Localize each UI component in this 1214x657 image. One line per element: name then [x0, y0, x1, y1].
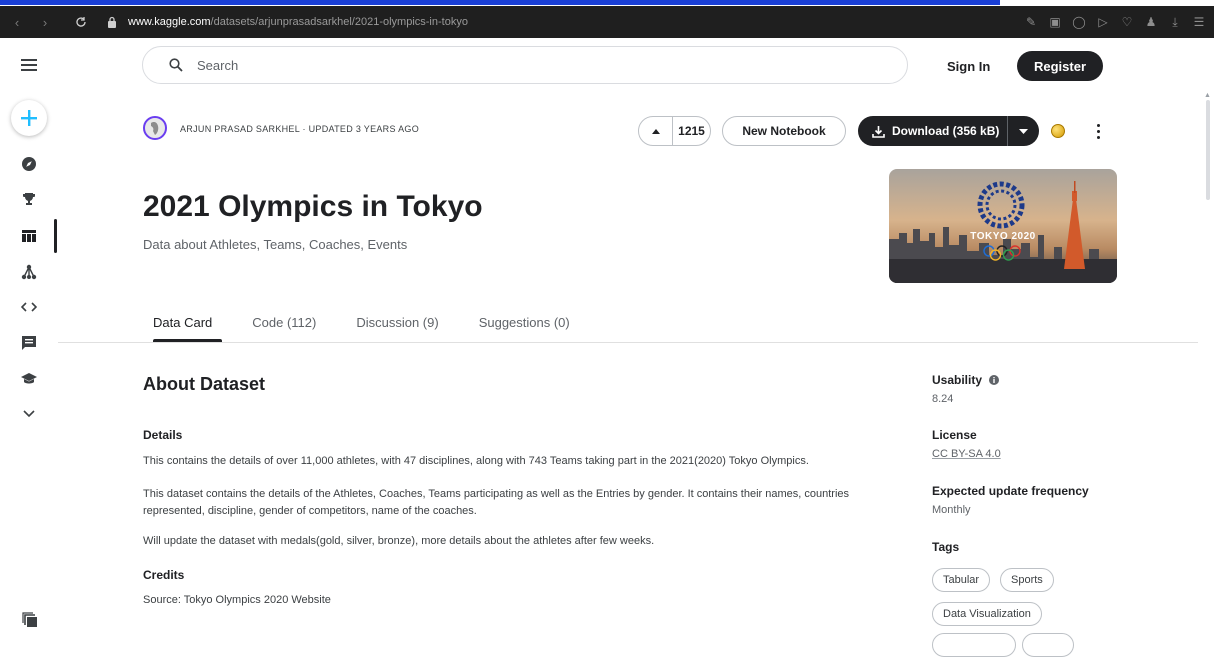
details-paragraph-1: This contains the details of over 11,000…: [143, 455, 809, 467]
hamburger-menu-icon[interactable]: [0, 50, 58, 80]
datasets-table-icon[interactable]: [0, 221, 58, 251]
address-bar[interactable]: www.kaggle.com/datasets/arjunprasadsarkh…: [128, 16, 468, 28]
tab-discussion[interactable]: Discussion (9): [346, 312, 448, 342]
tab-data-card[interactable]: Data Card: [143, 312, 223, 342]
profile-icon[interactable]: ♟: [1144, 15, 1158, 29]
license-label: License: [932, 428, 977, 442]
tags-label: Tags: [932, 540, 960, 554]
menu-icon[interactable]: ☰: [1192, 15, 1206, 29]
download-button[interactable]: Download (356 kB): [858, 116, 1039, 146]
page-subtitle: Data about Athletes, Teams, Coaches, Eve…: [143, 237, 408, 252]
credits-text: Source: Tokyo Olympics 2020 Website: [143, 594, 331, 606]
page-title: 2021 Olympics in Tokyo: [143, 190, 483, 223]
title-underline: [0, 0, 1000, 5]
update-frequency-label: Expected update frequency: [932, 484, 1089, 498]
tag-chip[interactable]: Data Visualization: [932, 602, 1042, 626]
search-input[interactable]: Search: [197, 58, 238, 73]
upvote-arrow-icon[interactable]: [639, 117, 673, 145]
usability-value: 8.24: [932, 393, 954, 405]
scrollbar-thumb[interactable]: [1206, 100, 1210, 200]
tabs-divider: [58, 342, 1198, 343]
search-icon: [169, 58, 183, 72]
heart-icon[interactable]: ♡: [1120, 15, 1134, 29]
tag-chip[interactable]: Sports: [1000, 568, 1054, 592]
create-button[interactable]: [11, 100, 47, 136]
search-bar[interactable]: Search: [142, 46, 908, 84]
download-main[interactable]: Download (356 kB): [858, 116, 1008, 146]
play-icon[interactable]: ▷: [1096, 15, 1110, 29]
scroll-up-arrow-icon[interactable]: ▲: [1204, 92, 1211, 99]
gold-medal-icon: [1051, 124, 1065, 138]
author-avatar[interactable]: [143, 116, 167, 140]
browser-toolbar: ‹ › www.kaggle.com/datasets/arjunprasads…: [0, 6, 1214, 38]
tag-chip[interactable]: Tabular: [932, 568, 991, 592]
details-paragraph-2: This dataset contains the details of the…: [143, 488, 850, 517]
sign-in-button[interactable]: Sign In: [937, 52, 1000, 80]
vote-count: 1215: [678, 124, 705, 138]
dataset-tabs: Data Card Code (112) Discussion (9) Sugg…: [143, 312, 580, 342]
upvote-control[interactable]: 1215: [638, 116, 711, 146]
explore-compass-icon[interactable]: [0, 149, 58, 179]
forward-icon[interactable]: ›: [34, 11, 56, 33]
download-label: Download (356 kB): [892, 124, 1000, 138]
usability-label: Usability: [932, 373, 1000, 387]
edit-icon[interactable]: ✎: [1024, 15, 1038, 29]
register-button[interactable]: Register: [1017, 51, 1103, 81]
more-chevron-down-icon[interactable]: [0, 399, 58, 429]
download-icon: [872, 125, 885, 138]
update-frequency-value: Monthly: [932, 504, 971, 516]
extension-stack-icon[interactable]: [22, 612, 38, 628]
models-network-icon[interactable]: [0, 257, 58, 287]
lock-icon[interactable]: [106, 15, 118, 29]
reload-icon[interactable]: [70, 11, 92, 33]
code-brackets-icon[interactable]: [0, 292, 58, 322]
left-nav-rail: [0, 38, 58, 637]
discussions-chat-icon[interactable]: [0, 328, 58, 358]
details-heading: Details: [143, 428, 183, 442]
camera-icon[interactable]: ▣: [1048, 15, 1062, 29]
info-icon[interactable]: [989, 375, 1000, 385]
usability-label-text: Usability: [932, 373, 983, 387]
plus-icon: [21, 110, 37, 126]
license-link[interactable]: CC BY-SA 4.0: [932, 448, 1001, 460]
learn-graduation-cap-icon[interactable]: [0, 364, 58, 394]
download-options-caret-icon[interactable]: [1008, 128, 1039, 134]
shield-icon[interactable]: ◯: [1072, 15, 1086, 29]
tab-suggestions[interactable]: Suggestions (0): [469, 312, 580, 342]
back-icon[interactable]: ‹: [6, 11, 28, 33]
new-notebook-button[interactable]: New Notebook: [722, 116, 846, 146]
credits-heading: Credits: [143, 568, 185, 582]
tab-code[interactable]: Code (112): [242, 312, 326, 342]
url-domain: www.kaggle.com: [128, 16, 211, 28]
download-icon[interactable]: ⤓: [1168, 15, 1182, 30]
author-meta: ARJUN PRASAD SARKHEL · UPDATED 3 YEARS A…: [180, 124, 419, 134]
competitions-trophy-icon[interactable]: [0, 184, 58, 214]
url-path: /datasets/arjunprasadsarkhel/2021-olympi…: [210, 16, 468, 28]
olympic-rings-icon: [983, 245, 1021, 261]
more-options-icon[interactable]: [1090, 120, 1106, 142]
details-paragraph-3: Will update the dataset with medals(gold…: [143, 535, 655, 547]
about-heading: About Dataset: [143, 374, 266, 394]
cover-logo-text: TOKYO 2020: [970, 231, 1036, 242]
dataset-cover-image: TOKYO 2020: [889, 169, 1117, 283]
